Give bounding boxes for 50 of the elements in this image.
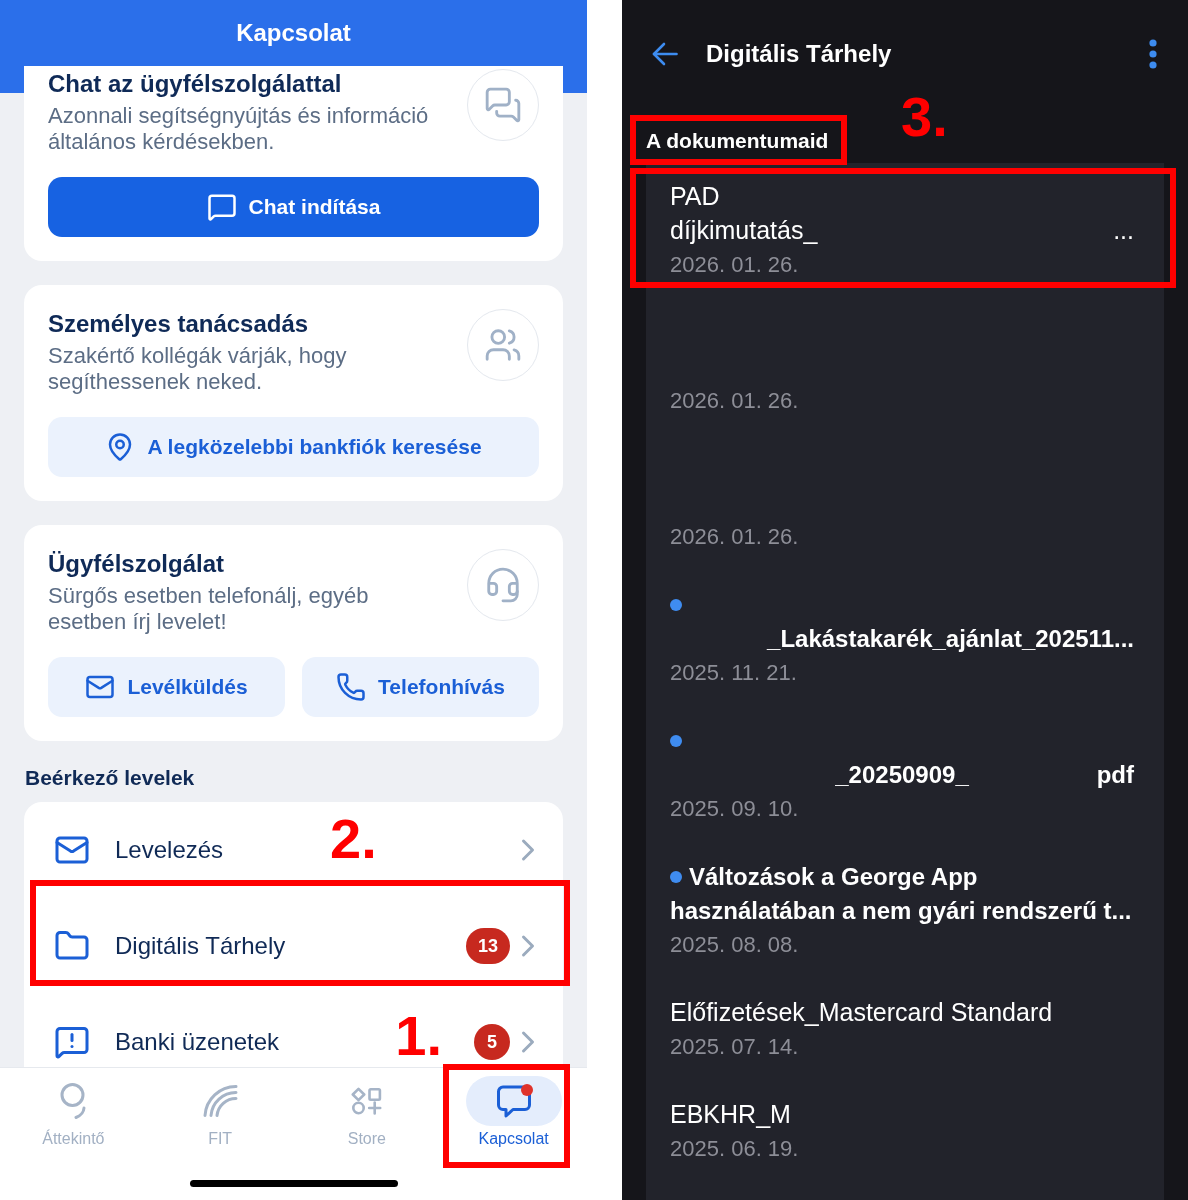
circle-hook-icon [59,1083,87,1119]
chat-icon [496,1084,531,1118]
nav-tab[interactable]: Kapcsolat [440,1076,587,1148]
step-number: 2. [330,811,377,867]
document-title[interactable]: pdf [1096,761,1134,788]
document-title[interactable]: díjkimutatás_ [670,216,818,245]
document-title[interactable]: _Lakástakarék_ajánlat_202511... [767,625,1134,652]
document-date: 2026. 01. 26. [670,251,800,279]
chat-icon [206,192,237,222]
step-number: 3. [901,89,948,145]
document-date: 2025. 11. 21. [670,659,798,687]
secondary-button[interactable]: A legközelebbi bankfiók keresése [48,417,539,477]
list-item-label[interactable]: Banki üzenetek [115,1028,280,1055]
list-item-label[interactable]: Digitális Tárhely [115,932,286,959]
screen-title: Digitális Tárhely [706,39,893,69]
card-title: Chat az ügyfélszolgálattal [48,69,343,99]
list-item-label[interactable]: Levelezés [115,836,224,863]
card-description: Szakértő kollégák várják, hogy segíthessenek neked. [48,343,348,395]
document-title[interactable]: PAD [670,182,720,211]
screen-title: Kapcsolat [236,18,351,48]
card-description: Sürgős esetben telefonálj, egyéb esetben írj levelet! [48,583,370,635]
document-date: 2025. 08. 08. [670,931,800,959]
section-heading: A dokumentumaid [646,128,829,154]
document-date: 2026. 01. 26. [670,387,800,415]
card-title: Személyes tanácsadás [48,309,310,339]
card-title: Ügyfélszolgálat [48,549,226,579]
document-title[interactable]: EBKHR_M [670,1100,791,1129]
document-date: 2025. 09. 10. [670,795,800,823]
alert-message-icon [54,1024,90,1060]
primary-button[interactable]: Chat indítása [48,177,539,237]
back-arrow-icon[interactable] [652,42,678,66]
document-title[interactable]: használatában a nem gyári rendszerű t... [670,897,1132,924]
document-title[interactable]: Változások a George App [689,863,978,890]
card-description: Azonnali segítségnyújtás és információ általános kérdésekben. [48,103,430,155]
section-heading: Beérkező levelek [25,765,196,791]
shapes-icon [351,1087,383,1115]
document-date: 2026. 01. 26. [670,523,800,551]
step-number: 1. [395,1008,442,1064]
document-title[interactable]: ... [1113,216,1134,245]
phone-icon [336,672,367,702]
secondary-button[interactable]: Telefonhívás [302,657,539,717]
document-date: 2025. 06. 19. [670,1135,800,1163]
count-badge: 5 [474,1024,510,1060]
document-title[interactable]: _20250909_ [835,757,969,793]
kebab-menu-icon[interactable] [1149,39,1157,69]
document-title[interactable]: Előfizetések_Mastercard Standard [670,998,1053,1027]
document-date: 2025. 07. 14. [670,1033,800,1061]
count-badge: 13 [465,928,510,964]
arcs-icon [202,1085,238,1117]
secondary-button[interactable]: Levélküldés [48,657,285,717]
